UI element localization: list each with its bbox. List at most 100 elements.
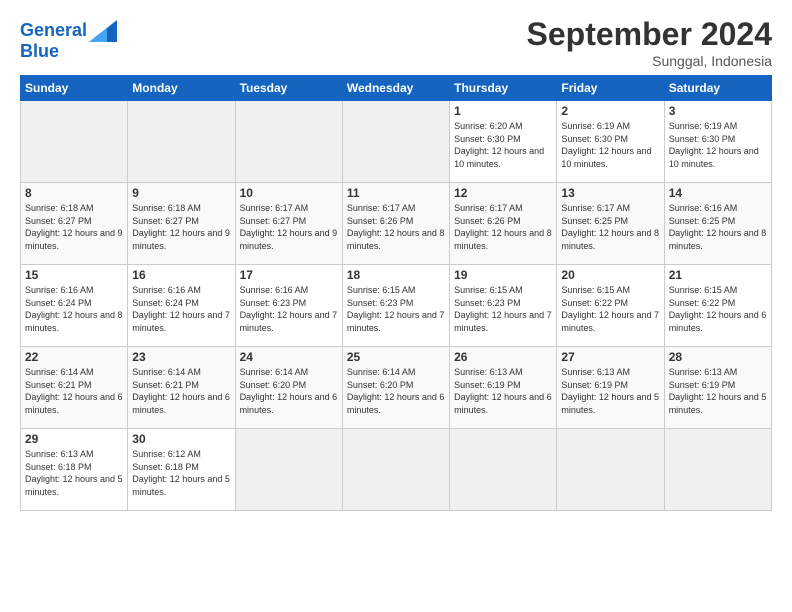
day-header-friday: Friday [557, 76, 664, 101]
calendar-cell: 2 Sunrise: 6:19 AM Sunset: 6:30 PM Daylig… [557, 101, 664, 183]
calendar-week-0: 1 Sunrise: 6:20 AM Sunset: 6:30 PM Daylig… [21, 101, 772, 183]
cell-details: Sunrise: 6:13 AM Sunset: 6:18 PM Dayligh… [25, 448, 123, 498]
calendar-cell: 14 Sunrise: 6:16 AM Sunset: 6:25 PM Dayli… [664, 183, 771, 265]
header-row: SundayMondayTuesdayWednesdayThursdayFrid… [21, 76, 772, 101]
cell-details: Sunrise: 6:17 AM Sunset: 6:26 PM Dayligh… [454, 202, 552, 252]
calendar-cell: 15Sunrise: 6:16 AM Sunset: 6:24 PM Dayli… [21, 265, 128, 347]
cell-details: Sunrise: 6:13 AM Sunset: 6:19 PM Dayligh… [561, 366, 659, 416]
day-number: 26 [454, 350, 552, 364]
calendar-cell: 21 Sunrise: 6:15 AM Sunset: 6:22 PM Dayli… [664, 265, 771, 347]
day-number: 3 [669, 104, 767, 118]
calendar-cell [342, 101, 449, 183]
cell-details: Sunrise: 6:20 AM Sunset: 6:30 PM Dayligh… [454, 120, 552, 170]
cell-details: Sunrise: 6:14 AM Sunset: 6:21 PM Dayligh… [132, 366, 230, 416]
calendar-cell: 27 Sunrise: 6:13 AM Sunset: 6:19 PM Dayli… [557, 347, 664, 429]
day-number: 12 [454, 186, 552, 200]
day-number: 1 [454, 104, 552, 118]
cell-details: Sunrise: 6:19 AM Sunset: 6:30 PM Dayligh… [561, 120, 659, 170]
location: Sunggal, Indonesia [527, 53, 772, 69]
day-number: 25 [347, 350, 445, 364]
calendar-cell [450, 429, 557, 511]
day-number: 11 [347, 186, 445, 200]
calendar-cell: 20 Sunrise: 6:15 AM Sunset: 6:22 PM Dayli… [557, 265, 664, 347]
logo: General Blue [20, 20, 117, 62]
day-number: 18 [347, 268, 445, 282]
logo-icon [89, 20, 117, 42]
calendar-cell: 13Sunrise: 6:17 AM Sunset: 6:25 PM Dayli… [557, 183, 664, 265]
calendar-week-3: 22 Sunrise: 6:14 AM Sunset: 6:21 PM Dayli… [21, 347, 772, 429]
calendar-cell [342, 429, 449, 511]
logo-text: General [20, 21, 87, 41]
header: General Blue September 2024 Sunggal, Ind… [20, 16, 772, 69]
calendar-cell: 24Sunrise: 6:14 AM Sunset: 6:20 PM Dayli… [235, 347, 342, 429]
calendar-cell [235, 429, 342, 511]
calendar-cell: 12 Sunrise: 6:17 AM Sunset: 6:26 PM Dayli… [450, 183, 557, 265]
calendar-cell: 1 Sunrise: 6:20 AM Sunset: 6:30 PM Daylig… [450, 101, 557, 183]
cell-details: Sunrise: 6:16 AM Sunset: 6:24 PM Dayligh… [132, 284, 230, 334]
day-header-sunday: Sunday [21, 76, 128, 101]
cell-details: Sunrise: 6:16 AM Sunset: 6:25 PM Dayligh… [669, 202, 767, 252]
day-header-wednesday: Wednesday [342, 76, 449, 101]
day-header-monday: Monday [128, 76, 235, 101]
cell-details: Sunrise: 6:18 AM Sunset: 6:27 PM Dayligh… [25, 202, 123, 252]
calendar-cell: 25Sunrise: 6:14 AM Sunset: 6:20 PM Dayli… [342, 347, 449, 429]
day-number: 23 [132, 350, 230, 364]
day-number: 9 [132, 186, 230, 200]
calendar-cell: 17 Sunrise: 6:16 AM Sunset: 6:23 PM Dayli… [235, 265, 342, 347]
day-number: 2 [561, 104, 659, 118]
cell-details: Sunrise: 6:14 AM Sunset: 6:21 PM Dayligh… [25, 366, 123, 416]
cell-details: Sunrise: 6:13 AM Sunset: 6:19 PM Dayligh… [454, 366, 552, 416]
calendar-cell: 29 Sunrise: 6:13 AM Sunset: 6:18 PM Dayli… [21, 429, 128, 511]
calendar-cell: 16 Sunrise: 6:16 AM Sunset: 6:24 PM Dayli… [128, 265, 235, 347]
cell-details: Sunrise: 6:17 AM Sunset: 6:25 PM Dayligh… [561, 202, 659, 252]
calendar-week-1: 8Sunrise: 6:18 AM Sunset: 6:27 PM Daylig… [21, 183, 772, 265]
calendar-week-4: 29 Sunrise: 6:13 AM Sunset: 6:18 PM Dayli… [21, 429, 772, 511]
calendar-week-2: 15Sunrise: 6:16 AM Sunset: 6:24 PM Dayli… [21, 265, 772, 347]
cell-details: Sunrise: 6:15 AM Sunset: 6:22 PM Dayligh… [669, 284, 767, 334]
calendar-cell [128, 101, 235, 183]
day-number: 17 [240, 268, 338, 282]
cell-details: Sunrise: 6:18 AM Sunset: 6:27 PM Dayligh… [132, 202, 230, 252]
cell-details: Sunrise: 6:12 AM Sunset: 6:18 PM Dayligh… [132, 448, 230, 498]
day-number: 29 [25, 432, 123, 446]
cell-details: Sunrise: 6:17 AM Sunset: 6:27 PM Dayligh… [240, 202, 338, 252]
day-header-saturday: Saturday [664, 76, 771, 101]
calendar-cell: 23 Sunrise: 6:14 AM Sunset: 6:21 PM Dayli… [128, 347, 235, 429]
day-header-thursday: Thursday [450, 76, 557, 101]
calendar-cell: 30Sunrise: 6:12 AM Sunset: 6:18 PM Dayli… [128, 429, 235, 511]
calendar-table: SundayMondayTuesdayWednesdayThursdayFrid… [20, 75, 772, 511]
calendar-cell: 26 Sunrise: 6:13 AM Sunset: 6:19 PM Dayli… [450, 347, 557, 429]
calendar-cell [664, 429, 771, 511]
title-block: September 2024 Sunggal, Indonesia [527, 16, 772, 69]
cell-details: Sunrise: 6:15 AM Sunset: 6:22 PM Dayligh… [561, 284, 659, 334]
cell-details: Sunrise: 6:15 AM Sunset: 6:23 PM Dayligh… [347, 284, 445, 334]
month-title: September 2024 [527, 16, 772, 53]
day-header-tuesday: Tuesday [235, 76, 342, 101]
calendar-cell: 9 Sunrise: 6:18 AM Sunset: 6:27 PM Daylig… [128, 183, 235, 265]
day-number: 28 [669, 350, 767, 364]
calendar-cell: 3Sunrise: 6:19 AM Sunset: 6:30 PM Daylig… [664, 101, 771, 183]
logo-blue: Blue [20, 42, 117, 62]
day-number: 27 [561, 350, 659, 364]
cell-details: Sunrise: 6:17 AM Sunset: 6:26 PM Dayligh… [347, 202, 445, 252]
calendar-cell: 19Sunrise: 6:15 AM Sunset: 6:23 PM Dayli… [450, 265, 557, 347]
cell-details: Sunrise: 6:13 AM Sunset: 6:19 PM Dayligh… [669, 366, 767, 416]
calendar-cell [235, 101, 342, 183]
calendar-container: General Blue September 2024 Sunggal, Ind… [0, 0, 792, 521]
cell-details: Sunrise: 6:16 AM Sunset: 6:24 PM Dayligh… [25, 284, 123, 334]
calendar-cell [557, 429, 664, 511]
day-number: 22 [25, 350, 123, 364]
calendar-cell: 18 Sunrise: 6:15 AM Sunset: 6:23 PM Dayli… [342, 265, 449, 347]
calendar-cell [21, 101, 128, 183]
calendar-cell: 22 Sunrise: 6:14 AM Sunset: 6:21 PM Dayli… [21, 347, 128, 429]
day-number: 16 [132, 268, 230, 282]
day-number: 24 [240, 350, 338, 364]
day-number: 14 [669, 186, 767, 200]
calendar-cell: 8Sunrise: 6:18 AM Sunset: 6:27 PM Daylig… [21, 183, 128, 265]
day-number: 21 [669, 268, 767, 282]
cell-details: Sunrise: 6:15 AM Sunset: 6:23 PM Dayligh… [454, 284, 552, 334]
day-number: 20 [561, 268, 659, 282]
calendar-cell: 10Sunrise: 6:17 AM Sunset: 6:27 PM Dayli… [235, 183, 342, 265]
cell-details: Sunrise: 6:16 AM Sunset: 6:23 PM Dayligh… [240, 284, 338, 334]
calendar-cell: 11 Sunrise: 6:17 AM Sunset: 6:26 PM Dayli… [342, 183, 449, 265]
